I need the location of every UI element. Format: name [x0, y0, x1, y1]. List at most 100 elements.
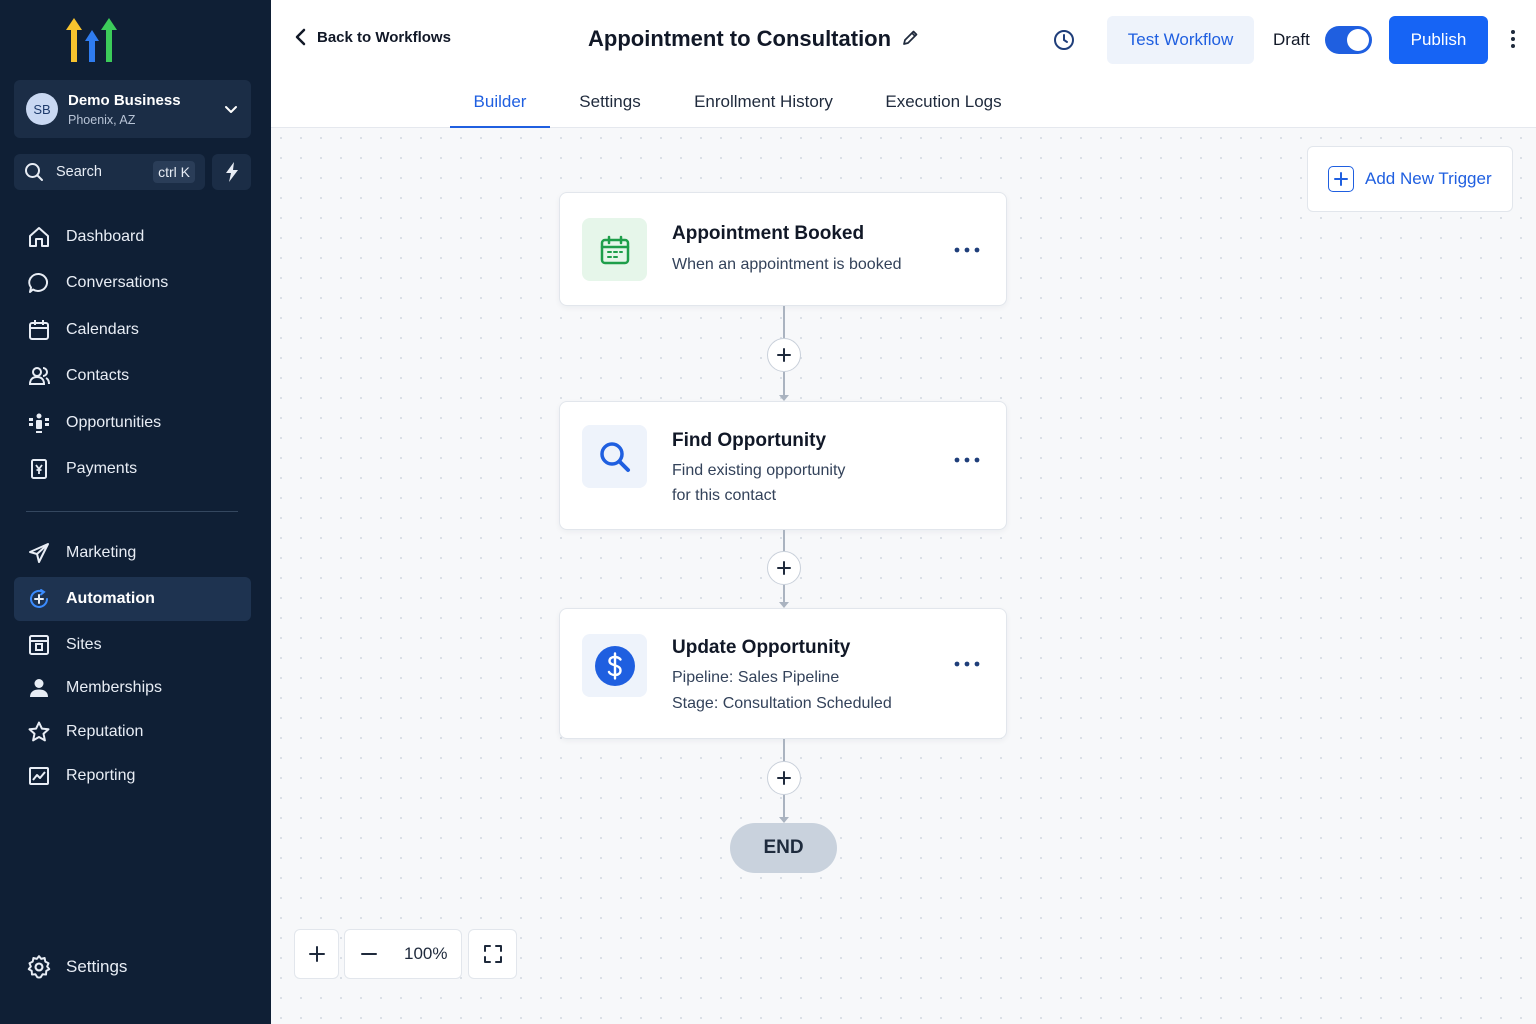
sidebar-item-dashboard[interactable]: Dashboard: [14, 215, 251, 259]
account-name: Demo Business: [68, 91, 181, 109]
add-trigger-label: Add New Trigger: [1365, 169, 1492, 188]
brand-logo[interactable]: [64, 16, 120, 66]
sidebar-item-calendars[interactable]: Calendars: [14, 308, 251, 352]
add-step-button[interactable]: [767, 551, 801, 585]
sidebar-item-memberships[interactable]: Memberships: [14, 666, 251, 710]
node-title: Appointment Booked: [672, 223, 865, 244]
sidebar-item-label: Contacts: [66, 367, 130, 384]
test-workflow-button[interactable]: Test Workflow: [1107, 16, 1254, 64]
action-node-find-opportunity[interactable]: Find Opportunity Find existing opportuni…: [559, 401, 1007, 530]
vertical-dots-icon: [1511, 30, 1515, 48]
end-node: END: [730, 823, 837, 873]
dollar-icon: [582, 634, 647, 697]
zoom-in-button[interactable]: [294, 929, 339, 979]
account-avatar: SB: [26, 93, 58, 125]
minus-icon: [361, 953, 377, 955]
account-location: Phoenix, AZ: [68, 112, 136, 127]
opportunities-icon: [26, 410, 52, 436]
draft-toggle[interactable]: [1325, 26, 1372, 54]
connector-line: [783, 739, 785, 761]
calendar-icon: [582, 218, 647, 281]
edit-title-button[interactable]: [901, 29, 919, 52]
sidebar-item-payments[interactable]: Payments: [14, 447, 251, 491]
sidebar-item-marketing[interactable]: Marketing: [14, 531, 251, 575]
clock-icon: [1054, 30, 1074, 50]
tab-enrollment-history[interactable]: Enrollment History: [670, 76, 857, 128]
lightning-icon: [225, 162, 238, 182]
sidebar-item-label: Conversations: [66, 274, 169, 291]
sidebar-item-label: Automation: [66, 590, 155, 607]
chevron-left-icon: [295, 28, 306, 46]
tab-builder[interactable]: Builder: [450, 76, 550, 129]
connector-line: [783, 306, 785, 338]
tab-execution-logs[interactable]: Execution Logs: [857, 76, 1030, 128]
home-icon: [26, 224, 52, 250]
pencil-icon: [903, 30, 918, 45]
sites-icon: [26, 632, 52, 658]
quick-actions-button[interactable]: [212, 154, 251, 190]
node-menu-icon[interactable]: [954, 245, 980, 255]
node-description: Pipeline: Sales Pipeline: [672, 669, 840, 686]
sidebar-item-label: Calendars: [66, 321, 139, 338]
workflow-canvas[interactable]: Add New Trigger Appointment Booked When …: [271, 128, 1536, 1024]
back-label: Back to Workflows: [317, 28, 451, 46]
tab-settings[interactable]: Settings: [550, 76, 670, 128]
plus-icon: [308, 946, 325, 962]
back-to-workflows-link[interactable]: Back to Workflows: [295, 28, 451, 46]
sidebar-item-automation[interactable]: Automation: [14, 577, 251, 621]
sidebar-item-opportunities[interactable]: Opportunities: [14, 401, 251, 445]
sidebar-item-settings[interactable]: Settings: [14, 945, 251, 989]
chart-icon: [26, 763, 52, 789]
sidebar-item-label: Reputation: [66, 723, 144, 740]
plus-icon: [777, 561, 791, 575]
node-menu-icon[interactable]: [954, 455, 980, 465]
sidebar-item-label: Memberships: [66, 679, 163, 696]
zoom-level: 100%: [404, 944, 448, 963]
node-title: Find Opportunity: [672, 430, 827, 451]
account-switcher[interactable]: SB Demo Business Phoenix, AZ: [14, 80, 251, 138]
more-options-button[interactable]: [1509, 28, 1517, 55]
search-icon: [582, 425, 647, 488]
fullscreen-icon: [483, 945, 502, 963]
send-icon: [26, 540, 52, 566]
node-description: Find existing opportunity: [672, 462, 846, 479]
connector-line: [783, 585, 785, 602]
version-history-button[interactable]: [1052, 28, 1076, 57]
sidebar-divider: [26, 511, 238, 512]
sidebar-item-sites[interactable]: Sites: [14, 623, 251, 667]
sidebar-item-label: Opportunities: [66, 414, 162, 431]
add-step-button[interactable]: [767, 761, 801, 795]
search-icon: [25, 163, 43, 181]
workflow-header: Back to Workflows Appointment to Consult…: [271, 0, 1536, 129]
fit-to-screen-button[interactable]: [468, 929, 517, 979]
sidebar-item-label: Sites: [66, 636, 102, 653]
connector-line: [783, 372, 785, 395]
payments-icon: [26, 456, 52, 482]
search-shortcut: ctrl K: [153, 161, 195, 183]
sidebar-item-label: Payments: [66, 460, 138, 477]
node-description: Stage: Consultation Scheduled: [672, 695, 892, 712]
plus-icon: [777, 771, 791, 785]
trigger-node[interactable]: Appointment Booked When an appointment i…: [559, 192, 1007, 306]
sidebar-search[interactable]: Search ctrl K: [14, 154, 205, 190]
sidebar-item-contacts[interactable]: Contacts: [14, 354, 251, 398]
action-node-update-opportunity[interactable]: Update Opportunity Pipeline: Sales Pipel…: [559, 608, 1007, 739]
sidebar-item-conversations[interactable]: Conversations: [14, 261, 251, 305]
publish-button[interactable]: Publish: [1389, 16, 1488, 64]
connector-line: [783, 795, 785, 817]
workflow-title: Appointment to Consultation: [588, 26, 892, 51]
sidebar-item-reporting[interactable]: Reporting: [14, 754, 251, 798]
toggle-knob: [1347, 29, 1369, 51]
add-step-button[interactable]: [767, 338, 801, 372]
node-description: for this contact: [672, 487, 777, 504]
add-new-trigger-button[interactable]: Add New Trigger: [1307, 146, 1513, 212]
calendar-icon: [26, 317, 52, 343]
user-icon: [26, 675, 52, 701]
node-menu-icon[interactable]: [954, 659, 980, 669]
plus-icon: [777, 348, 791, 362]
draft-label: Draft: [1273, 30, 1310, 49]
zoom-out-control[interactable]: 100%: [344, 929, 462, 979]
sidebar-item-reputation[interactable]: Reputation: [14, 710, 251, 754]
search-label: Search: [56, 164, 102, 180]
workflow-tabs: Builder Settings Enrollment History Exec…: [450, 76, 1030, 129]
